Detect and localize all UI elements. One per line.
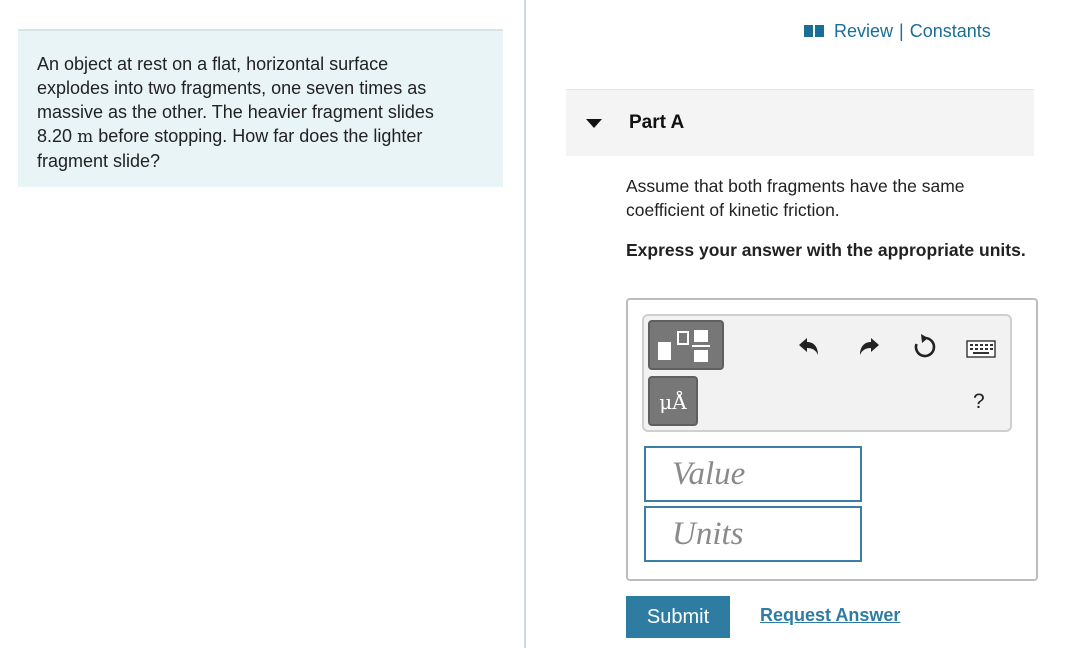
distance-value: 8.20 — [37, 126, 73, 146]
part-title: Part A — [629, 112, 685, 133]
request-answer-link[interactable]: Request Answer — [760, 605, 900, 626]
separator: | — [899, 20, 904, 41]
problem-line: An object at rest on a flat, horizontal … — [37, 54, 389, 74]
redo-icon[interactable] — [855, 334, 881, 358]
review-constants-bar: Review | Constants — [804, 19, 991, 43]
templates-icon[interactable] — [648, 320, 724, 370]
reset-icon[interactable] — [911, 333, 939, 361]
problem-statement: An object at rest on a flat, horizontal … — [18, 29, 503, 187]
problem-line-rest: before stopping. How far does the lighte… — [93, 126, 423, 146]
problem-line: fragment slide? — [37, 151, 161, 171]
units-icon[interactable]: μÅ — [648, 376, 698, 426]
value-field[interactable] — [644, 446, 862, 502]
problem-line: explodes into two fragments, one seven t… — [37, 78, 427, 98]
panel-divider — [524, 0, 526, 648]
problem-line: 8.20 m before stopping. How far does the… — [37, 124, 484, 149]
part-a-header[interactable]: Part A — [566, 89, 1034, 156]
review-link[interactable]: Review — [834, 21, 893, 42]
units-input[interactable] — [646, 508, 860, 560]
collapse-triangle-icon[interactable] — [586, 118, 602, 128]
distance-unit: m — [77, 127, 94, 147]
problem-line: massive as the other. The heavier fragme… — [37, 102, 434, 122]
help-icon[interactable]: ? — [973, 390, 985, 414]
undo-icon[interactable] — [797, 334, 823, 358]
express-units-text: Express your answer with the appropriate… — [626, 240, 1026, 260]
units-label: μÅ — [659, 390, 687, 414]
units-field[interactable] — [644, 506, 862, 562]
submit-button[interactable]: Submit — [626, 596, 730, 638]
book-icon — [804, 25, 824, 37]
constants-link[interactable]: Constants — [910, 21, 991, 42]
instruction-text: Assume that both fragments have the same… — [626, 176, 965, 220]
value-input[interactable] — [646, 448, 860, 500]
keyboard-icon[interactable] — [966, 339, 996, 359]
